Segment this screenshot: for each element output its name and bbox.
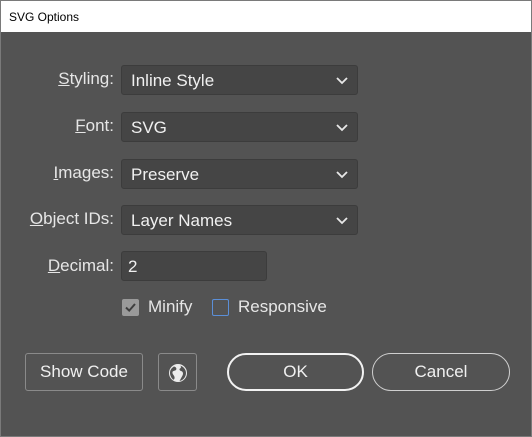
svg-options-dialog: SVG Options Styling: Inline Style Font: … <box>0 0 532 437</box>
font-dropdown[interactable]: SVG <box>121 112 358 142</box>
show-code-button[interactable]: Show Code <box>25 353 143 391</box>
responsive-checkbox[interactable] <box>212 299 229 316</box>
decimal-value: 2 <box>128 257 138 276</box>
decimal-label: Decimal: <box>47 256 114 275</box>
chevron-down-icon <box>336 77 348 85</box>
minify-label[interactable]: Minify <box>148 297 192 317</box>
checkmark-icon <box>125 303 136 313</box>
chevron-down-icon <box>336 217 348 225</box>
font-label: Font: <box>75 116 114 135</box>
object-ids-value: Layer Names <box>131 211 233 230</box>
globe-icon <box>169 364 187 382</box>
responsive-label[interactable]: Responsive <box>238 297 327 317</box>
minify-checkbox[interactable] <box>122 299 139 316</box>
object-ids-dropdown[interactable]: Layer Names <box>121 205 358 235</box>
images-dropdown[interactable]: Preserve <box>121 159 358 189</box>
font-value: SVG <box>131 118 167 137</box>
images-value: Preserve <box>131 165 200 184</box>
styling-value: Inline Style <box>131 71 215 90</box>
chevron-down-icon <box>336 171 348 179</box>
object-ids-label: Object IDs: <box>29 209 114 228</box>
dialog-content: Styling: Inline Style Font: SVG Images: … <box>1 32 531 436</box>
images-label: Images: <box>53 163 114 182</box>
title-bar: SVG Options <box>1 1 531 32</box>
chevron-down-icon <box>336 124 348 132</box>
styling-label: Styling: <box>58 69 114 88</box>
styling-dropdown[interactable]: Inline Style <box>121 65 358 95</box>
window-title: SVG Options <box>9 10 80 24</box>
cancel-button[interactable]: Cancel <box>372 353 510 391</box>
web-preview-button[interactable] <box>158 353 197 391</box>
decimal-input[interactable]: 2 <box>121 251 267 281</box>
ok-button[interactable]: OK <box>227 353 364 391</box>
